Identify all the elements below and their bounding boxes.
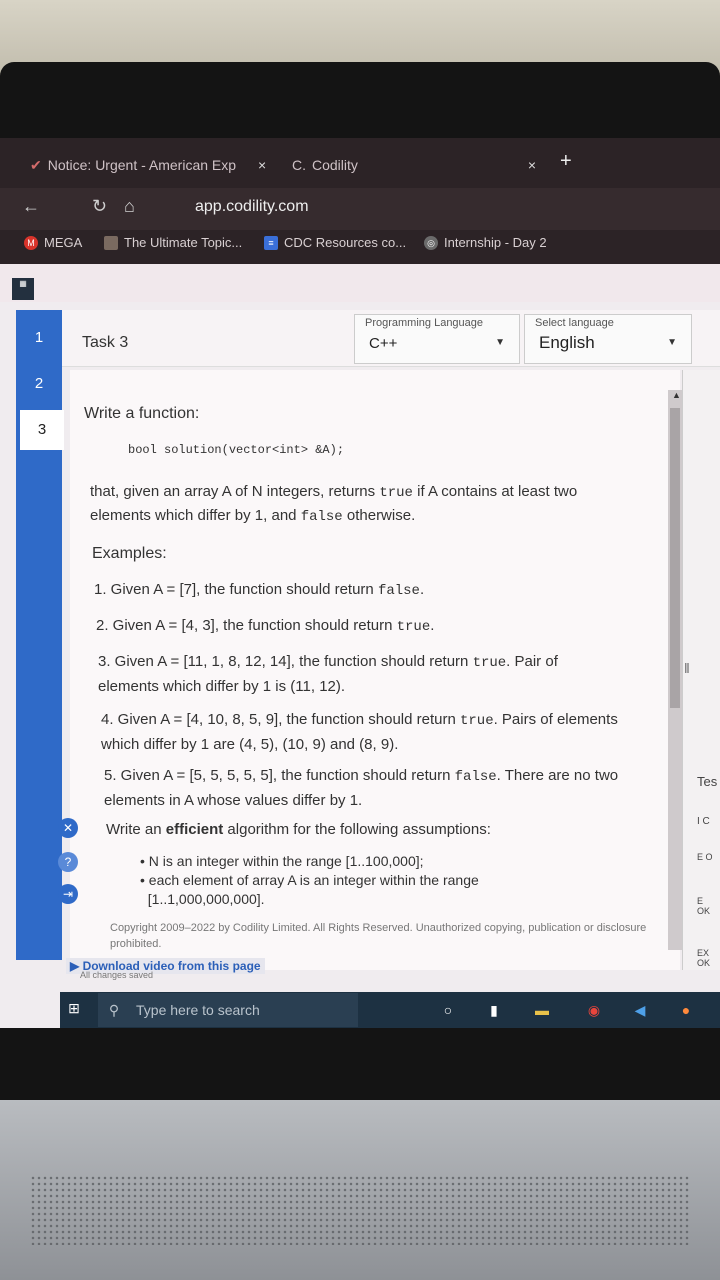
chevron-down-icon: ▼ bbox=[495, 337, 505, 348]
language-select[interactable]: Select language English ▼ bbox=[524, 314, 692, 364]
description-line-2: elements which differ by 1, and false ot… bbox=[90, 507, 416, 525]
settings-off-icon[interactable]: ✕ bbox=[58, 818, 78, 838]
programming-language-select[interactable]: Programming Language C++ ▼ bbox=[354, 314, 520, 364]
file-explorer-icon[interactable]: ▬ bbox=[532, 1000, 552, 1020]
task-view-icon[interactable]: ○ bbox=[438, 1000, 458, 1020]
codility-logo: ▦ bbox=[12, 278, 34, 300]
close-icon[interactable]: × bbox=[258, 157, 266, 173]
bookmark-image-icon bbox=[104, 235, 118, 250]
task-tab-2[interactable]: 2 bbox=[16, 364, 62, 404]
bookmark-mega[interactable]: M MEGA bbox=[24, 235, 82, 250]
bookmark-label: MEGA bbox=[44, 235, 83, 250]
scrollbar-thumb[interactable] bbox=[670, 408, 680, 708]
save-status: All changes saved bbox=[80, 970, 154, 980]
tab-label: Codility bbox=[312, 157, 358, 173]
test-item: EX OK bbox=[697, 948, 711, 968]
taskbar-search[interactable]: Type here to search bbox=[98, 993, 358, 1027]
mega-icon: M bbox=[24, 235, 38, 250]
test-item: I C bbox=[697, 816, 710, 827]
copyright-notice: Copyright 2009–2022 by Codility Limited.… bbox=[110, 922, 647, 950]
bookmark-cdc-resources[interactable]: ≡ CDC Resources co... bbox=[264, 235, 406, 250]
bookmark-label: The Ultimate Topic... bbox=[124, 235, 243, 250]
close-icon[interactable]: × bbox=[528, 157, 536, 173]
help-icon[interactable]: ? bbox=[58, 852, 78, 872]
firefox-icon[interactable]: ● bbox=[676, 1000, 696, 1020]
globe-icon: ◎ bbox=[424, 235, 438, 250]
task-sidebar bbox=[16, 310, 62, 960]
example-2: 2. Given A = [4, 3], the function should… bbox=[96, 617, 435, 635]
chevron-down-icon: ▼ bbox=[667, 337, 677, 348]
select-label: Select language bbox=[535, 317, 614, 329]
bookmark-ultimate-topic[interactable]: The Ultimate Topic... bbox=[104, 235, 242, 250]
screen: ✔ Notice: Urgent - American Exp × C. Cod… bbox=[0, 138, 720, 1028]
scroll-up-icon[interactable]: ▲ bbox=[672, 390, 681, 400]
telegram-icon[interactable]: ◀ bbox=[630, 1000, 650, 1020]
task-title: Task 3 bbox=[82, 334, 129, 351]
bookmark-label: Internship - Day 2 bbox=[444, 235, 547, 250]
assumptions-intro: Write an efficient algorithm for the fol… bbox=[106, 821, 491, 838]
example-5: 5. Given A = [5, 5, 5, 5, 5], the functi… bbox=[104, 767, 619, 809]
panel-resize-handle[interactable]: ‖ bbox=[684, 660, 690, 676]
reload-icon[interactable]: ↻ bbox=[92, 196, 107, 217]
test-item: E OK bbox=[697, 896, 711, 916]
function-signature: bool solution(vector<int> &A); bbox=[128, 443, 345, 457]
tests-label: Tes bbox=[697, 774, 718, 789]
url-field[interactable]: app.codility.com bbox=[195, 198, 309, 216]
assumption-2: • each element of array A is an integer … bbox=[140, 872, 479, 907]
select-value: English bbox=[539, 333, 595, 352]
codility-favicon: C. bbox=[292, 157, 306, 173]
docs-icon: ≡ bbox=[264, 235, 278, 250]
exit-icon[interactable]: ⇥ bbox=[58, 884, 78, 904]
select-value: C++ bbox=[369, 335, 398, 352]
taskbar-app-icon[interactable]: ▮ bbox=[484, 1000, 504, 1020]
assumption-1: • N is an integer within the range [1..1… bbox=[140, 853, 424, 869]
laptop-speaker-grille bbox=[30, 1175, 690, 1245]
new-tab-button[interactable]: + bbox=[560, 150, 572, 173]
windows-start-icon[interactable]: ⊞ bbox=[64, 998, 84, 1018]
chrome-icon[interactable]: ◉ bbox=[584, 1000, 604, 1020]
address-bar-row bbox=[0, 188, 720, 230]
search-icon: ⚲ bbox=[108, 1002, 120, 1018]
test-item: E O bbox=[697, 852, 713, 862]
tab-notice[interactable]: ✔ Notice: Urgent - American Exp × bbox=[30, 148, 266, 182]
example-4: 4. Given A = [4, 10, 8, 5, 9], the funct… bbox=[101, 711, 618, 753]
task-tab-3[interactable]: 3 bbox=[20, 410, 64, 450]
examples-heading: Examples: bbox=[92, 545, 167, 562]
back-icon[interactable]: ← bbox=[22, 196, 40, 217]
home-icon[interactable]: ⌂ bbox=[124, 196, 135, 217]
tab-check-icon: ✔ bbox=[30, 156, 42, 173]
example-3: 3. Given A = [11, 1, 8, 12, 14], the fun… bbox=[98, 653, 558, 695]
bookmark-label: CDC Resources co... bbox=[284, 235, 407, 250]
tab-codility[interactable]: C. Codility × bbox=[292, 148, 536, 182]
select-label: Programming Language bbox=[365, 317, 484, 329]
task-tab-1[interactable]: 1 bbox=[16, 318, 62, 358]
description-line-1: that, given an array A of N integers, re… bbox=[90, 483, 578, 501]
tab-label: Notice: Urgent - American Exp bbox=[47, 157, 237, 173]
example-1: 1. Given A = [7], the function should re… bbox=[94, 581, 425, 599]
bookmark-internship[interactable]: ◎ Internship - Day 2 bbox=[424, 235, 547, 250]
app-top-strip bbox=[0, 264, 720, 302]
intro-text: Write a function: bbox=[84, 405, 200, 422]
